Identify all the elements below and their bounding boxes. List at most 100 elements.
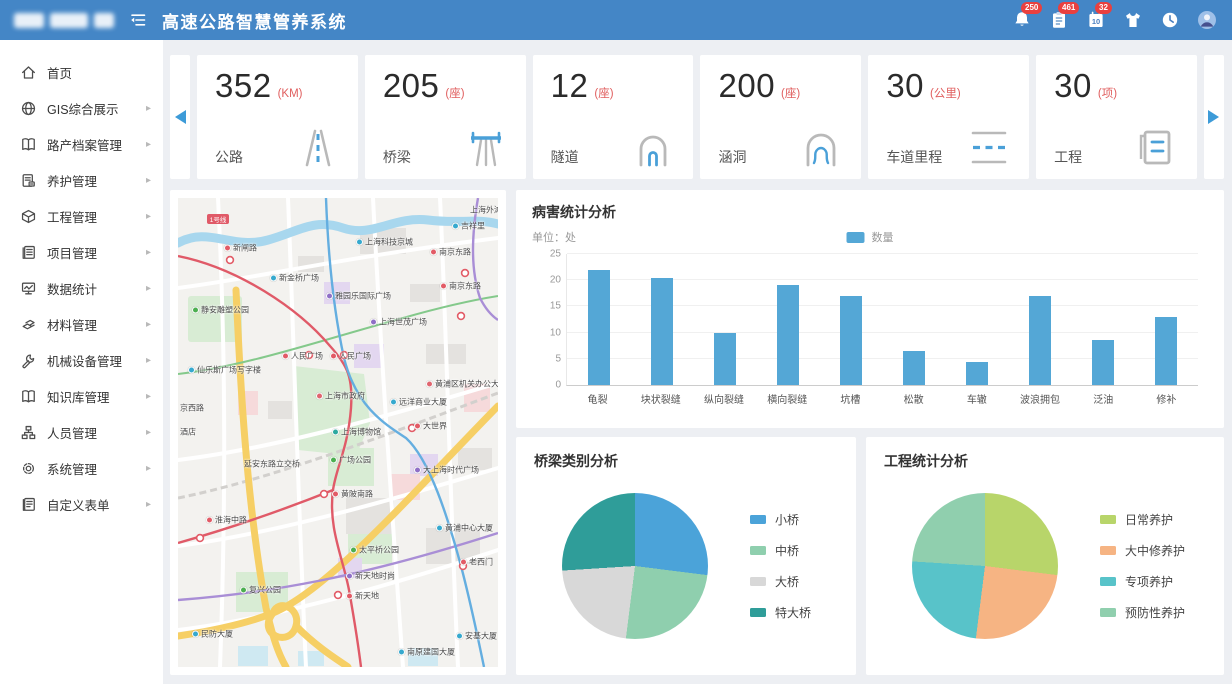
sidebar-item-org[interactable]: 人员管理 ▸ [0,414,163,450]
map-marker-icon [390,399,397,406]
chevron-right-icon: ▸ [146,355,151,366]
legend-item[interactable]: 小桥 [750,511,811,528]
map-label: 上海博物馆 [332,427,381,438]
map-label: 上海市政府 [316,391,365,402]
sidebar-item-wrench[interactable]: 机械设备管理 ▸ [0,342,163,378]
legend-item[interactable]: 特大桥 [750,604,811,621]
x-axis-label: 横向裂缝 [756,391,819,406]
stat-card[interactable]: 205 (座) 桥梁 [365,55,526,179]
stat-value: 30 [886,67,924,105]
sidebar-item-label: 自定义表单 [47,495,146,514]
map-label: 新天地时尚 [346,571,395,582]
monitor-icon [20,280,37,297]
sidebar-item-maintenance[interactable]: 养护管理 ▸ [0,162,163,198]
legend-item[interactable]: 预防性养护 [1100,604,1185,621]
avatar[interactable] [1196,9,1218,31]
map-label: 黄浦中心大厦 [436,523,493,534]
chevron-right-icon: ▸ [146,463,151,474]
sidebar-item-home[interactable]: 首页 ▸ [0,54,163,90]
sidebar-item-gear[interactable]: 系统管理 ▸ [0,450,163,486]
sidebar-item-cube[interactable]: 工程管理 ▸ [0,198,163,234]
map-marker-icon [460,559,467,566]
stat-card[interactable]: 30 (公里) 车道里程 [868,55,1029,179]
app-logo [14,13,118,28]
notification-badge: 250 [1021,2,1042,14]
map-marker-icon [414,467,421,474]
stat-card[interactable]: 200 (座) 涵洞 [700,55,861,179]
y-axis-tick: 5 [529,353,561,364]
legend-swatch [1100,515,1116,524]
culvert-icon [797,125,845,169]
gear-icon [20,460,37,477]
map-label: 上海科技京城 [356,237,413,248]
legend-swatch [847,232,865,243]
unit-label: 单位：处 [532,232,576,244]
map-marker-icon [452,223,459,230]
lane-icon [965,125,1013,169]
stat-value: 352 [215,67,272,105]
bell-icon[interactable]: 250 [1011,9,1033,31]
project-pie-chart [912,493,1058,639]
stat-card[interactable]: 30 (项) 工程 [1036,55,1197,179]
bar [1155,317,1177,385]
sidebar-item-book[interactable]: 路产档案管理 ▸ [0,126,163,162]
map-marker-icon [426,381,433,388]
x-axis-label: 泛油 [1072,391,1135,406]
map-label: 上海外滩 [470,204,498,215]
carousel-prev-button[interactable] [170,55,190,179]
home-icon [20,64,37,81]
chevron-right-icon: ▸ [146,283,151,294]
sidebar-item-globe[interactable]: GIS综合展示 ▸ [0,90,163,126]
header-actions: 250 461 1032 [1011,9,1218,31]
legend-item[interactable]: 专项养护 [1100,573,1185,590]
legend-item[interactable]: 数量 [847,229,894,245]
legend-label: 小桥 [775,511,799,528]
stat-card[interactable]: 12 (座) 隧道 [533,55,694,179]
map-label: 大世界 [414,421,447,432]
project-icon [1133,125,1181,169]
map-label: 新闸路 [224,243,257,254]
map-label: 太平桥公园 [350,545,399,556]
map-marker-icon [330,457,337,464]
bar-chart: 0510152025 [566,254,1198,386]
legend-item[interactable]: 大中修养护 [1100,542,1185,559]
x-axis-label: 车辙 [945,391,1008,406]
bar [1029,296,1051,385]
city-map[interactable]: 1号线上海外滩新闸路上海科技京城吉祥里南京东路新金桥广场雅园乐国际广场南京东路上… [178,198,498,667]
map-marker-icon [414,423,421,430]
sidebar-item-knowledge[interactable]: 知识库管理 ▸ [0,378,163,414]
document-icon [20,244,37,261]
legend-item[interactable]: 中桥 [750,542,811,559]
sidebar-menu: 首页 ▸ GIS综合展示 ▸ 路产档案管理 ▸ 养护管理 ▸ 工程管理 ▸ 项目… [0,40,163,684]
cube-icon [20,208,37,225]
bridge-category-panel: 桥梁类别分析 小桥中桥大桥特大桥 [516,437,856,675]
legend-item[interactable]: 大桥 [750,573,811,590]
sidebar-item-monitor[interactable]: 数据统计 ▸ [0,270,163,306]
sidebar-item-label: GIS综合展示 [47,99,146,118]
sidebar-item-form[interactable]: 自定义表单 ▸ [0,486,163,522]
stat-card[interactable]: 352 (KM) 公路 [197,55,358,179]
sidebar-item-material[interactable]: 材料管理 ▸ [0,306,163,342]
sidebar-item-label: 机械设备管理 [47,351,146,370]
chevron-right-icon: ▸ [146,391,151,402]
sidebar-collapse-icon[interactable] [128,10,148,30]
notification-badge: 32 [1095,2,1112,14]
map-label: 淮海中路 [206,515,247,526]
map-marker-icon [224,245,231,252]
clipboard-icon[interactable]: 461 [1048,9,1070,31]
calendar-icon[interactable]: 1032 [1085,9,1107,31]
app-title: 高速公路智慧管养系统 [162,8,347,33]
map-marker-icon [430,249,437,256]
carousel-next-button[interactable] [1204,55,1224,179]
stat-value: 200 [718,67,775,105]
pie-legend: 日常养护大中修养护专项养护预防性养护 [1100,511,1185,621]
chevron-right-icon: ▸ [146,247,151,258]
tshirt-icon[interactable] [1122,9,1144,31]
sidebar-item-document[interactable]: 项目管理 ▸ [0,234,163,270]
chevron-right-icon: ▸ [146,211,151,222]
map-label: 雅园乐国际广场 [326,291,391,302]
legend-item[interactable]: 日常养护 [1100,511,1185,528]
clock-icon[interactable] [1159,9,1181,31]
stat-label: 桥梁 [383,147,411,169]
bar [840,296,862,385]
